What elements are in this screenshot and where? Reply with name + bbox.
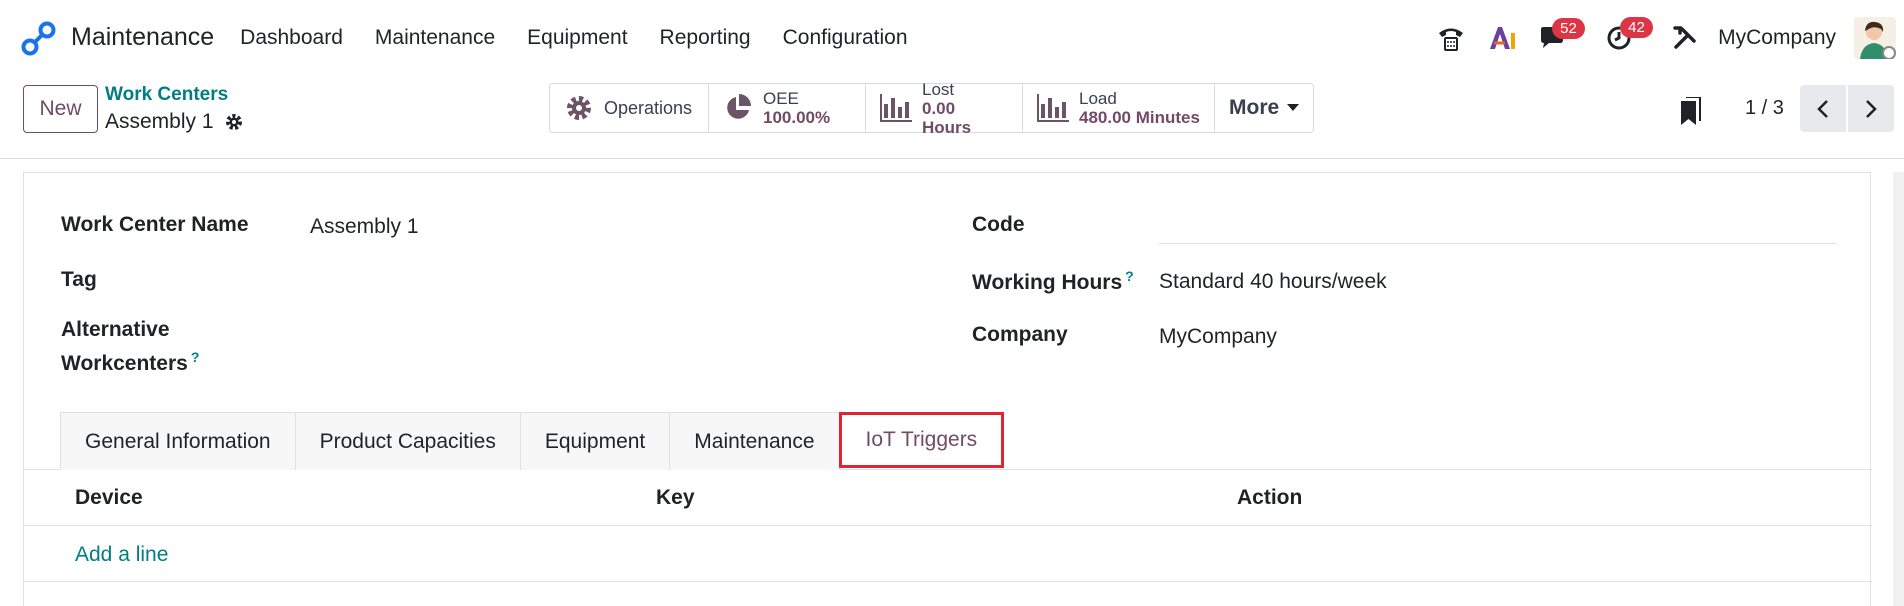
caret-down-icon bbox=[1287, 104, 1300, 111]
menu-dashboard[interactable]: Dashboard bbox=[240, 26, 343, 50]
alternative-workcenters-label: Workcenters? bbox=[61, 349, 199, 376]
chevron-left-icon bbox=[1817, 99, 1828, 118]
add-a-line-link[interactable]: Add a line bbox=[75, 543, 168, 567]
messages-button[interactable]: 52 bbox=[1538, 17, 1585, 51]
help-tooltip-icon[interactable]: ? bbox=[191, 349, 200, 365]
company-field[interactable]: MyCompany bbox=[1159, 325, 1277, 349]
smart-buttons: Operations OEE 100.00% Lost 0.00 Hours L… bbox=[549, 80, 1315, 137]
new-button[interactable]: New bbox=[23, 85, 98, 133]
table-header: Device Key Action bbox=[24, 470, 1872, 526]
more-button[interactable]: More bbox=[1215, 84, 1313, 132]
code-field[interactable] bbox=[1159, 243, 1837, 244]
alternative-workcenters-label-line2: Workcenters bbox=[61, 352, 188, 375]
pager-previous-button[interactable] bbox=[1800, 85, 1846, 132]
help-tooltip-icon[interactable]: ? bbox=[1125, 268, 1134, 284]
company-label: Company bbox=[972, 323, 1068, 346]
pager-next-button[interactable] bbox=[1848, 85, 1894, 132]
ai-icon bbox=[1490, 26, 1516, 49]
tag-label: Tag bbox=[61, 268, 97, 291]
oee-text: OEE 100.00% bbox=[763, 89, 830, 127]
app-logo-icon bbox=[21, 21, 56, 55]
main-menu: Dashboard Maintenance Equipment Reportin… bbox=[240, 26, 939, 50]
messages-count-badge: 52 bbox=[1552, 17, 1585, 39]
scrollbar[interactable] bbox=[1893, 172, 1904, 606]
column-key[interactable]: Key bbox=[656, 486, 695, 510]
breadcrumb-current: Assembly 1 bbox=[105, 110, 214, 133]
table-row-divider bbox=[24, 581, 1872, 582]
load-label: Load bbox=[1079, 89, 1117, 108]
chevron-right-icon bbox=[1866, 99, 1877, 118]
work-center-name-label: Work Center Name bbox=[61, 213, 249, 236]
menu-maintenance[interactable]: Maintenance bbox=[375, 26, 495, 50]
tab-product-capacities[interactable]: Product Capacities bbox=[294, 412, 521, 470]
working-hours-label: Working Hours? bbox=[972, 268, 1134, 295]
app-brand[interactable]: Maintenance bbox=[21, 20, 214, 56]
load-smart-button[interactable]: Load 480.00 Minutes bbox=[1023, 84, 1215, 132]
phone-icon bbox=[1439, 28, 1464, 51]
gear-icon[interactable] bbox=[224, 112, 244, 132]
tools-icon bbox=[1673, 25, 1696, 49]
oee-smart-button[interactable]: OEE 100.00% bbox=[709, 84, 866, 132]
user-avatar-icon bbox=[1854, 16, 1896, 60]
alternative-workcenters-label-line1: Alternative bbox=[61, 318, 170, 341]
systray: 52 42 MyCompany bbox=[1436, 0, 1904, 75]
control-panel: New Work Centers Assembly 1 Operations O… bbox=[0, 75, 1904, 159]
lost-value: 0.00 Hours bbox=[922, 98, 972, 137]
oee-label: OEE bbox=[763, 89, 799, 108]
lost-smart-button[interactable]: Lost 0.00 Hours bbox=[866, 80, 1023, 137]
app-name: Maintenance bbox=[71, 23, 215, 51]
column-device[interactable]: Device bbox=[75, 486, 143, 510]
menu-reporting[interactable]: Reporting bbox=[660, 26, 751, 50]
activities-button[interactable]: 42 bbox=[1606, 16, 1653, 52]
avatar[interactable] bbox=[1854, 16, 1896, 60]
breadcrumb: Assembly 1 bbox=[105, 110, 244, 134]
menu-equipment[interactable]: Equipment bbox=[527, 26, 627, 50]
tab-equipment[interactable]: Equipment bbox=[519, 412, 671, 470]
debug-tools-button[interactable] bbox=[1672, 25, 1698, 51]
breadcrumb-parent[interactable]: Work Centers bbox=[105, 84, 228, 106]
phone-button[interactable] bbox=[1436, 24, 1466, 52]
operations-label: Operations bbox=[604, 97, 693, 118]
form-sheet: Work Center Name Assembly 1 Tag Alternat… bbox=[23, 172, 1872, 606]
operations-smart-button[interactable]: Operations bbox=[550, 84, 709, 132]
ai-button[interactable] bbox=[1488, 25, 1516, 51]
gears-icon bbox=[567, 96, 591, 120]
notebook-tabs: General Information Product Capacities E… bbox=[60, 412, 1005, 470]
load-value: 480.00 Minutes bbox=[1079, 108, 1200, 127]
tab-maintenance[interactable]: Maintenance bbox=[669, 412, 840, 470]
lost-text: Lost 0.00 Hours bbox=[922, 80, 1008, 137]
load-text: Load 480.00 Minutes bbox=[1079, 89, 1200, 127]
tab-general-information[interactable]: General Information bbox=[60, 412, 296, 470]
oee-value: 100.00% bbox=[763, 108, 831, 127]
bar-chart-icon bbox=[1037, 94, 1069, 122]
more-label: More bbox=[1229, 96, 1280, 119]
top-navbar: Maintenance Dashboard Maintenance Equipm… bbox=[0, 0, 1904, 75]
bar-chart-icon bbox=[880, 94, 912, 122]
lost-label: Lost bbox=[922, 79, 955, 99]
bookmark-icon[interactable] bbox=[1680, 97, 1702, 125]
working-hours-field[interactable]: Standard 40 hours/week bbox=[1159, 270, 1387, 294]
company-switcher[interactable]: MyCompany bbox=[1718, 26, 1836, 50]
pager-value[interactable]: 1 / 3 bbox=[1745, 97, 1784, 120]
tab-iot-triggers[interactable]: IoT Triggers bbox=[838, 412, 1005, 468]
column-action[interactable]: Action bbox=[1237, 486, 1302, 510]
code-label: Code bbox=[972, 213, 1025, 236]
activities-count-badge: 42 bbox=[1620, 16, 1653, 38]
menu-configuration[interactable]: Configuration bbox=[783, 26, 908, 50]
working-hours-label-text: Working Hours bbox=[972, 271, 1123, 294]
pie-chart-icon bbox=[727, 94, 751, 119]
work-center-name-field[interactable]: Assembly 1 bbox=[310, 215, 419, 239]
